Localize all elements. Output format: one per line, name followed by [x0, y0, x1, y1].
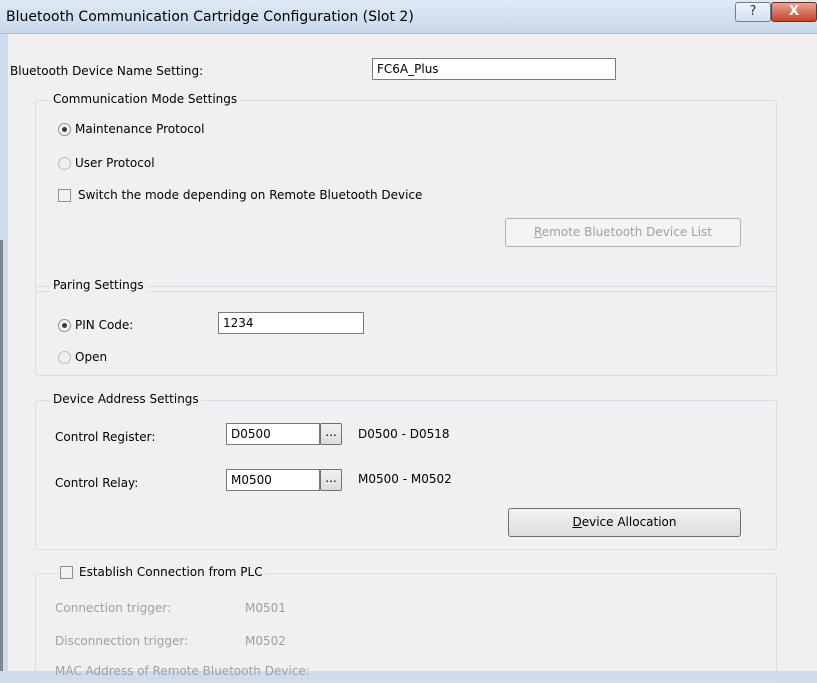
- switch-mode-checkbox[interactable]: [58, 189, 71, 202]
- remote-list-accel: R: [533, 225, 542, 239]
- pin-code-label: PIN Code:: [75, 318, 134, 332]
- pin-code-input[interactable]: 1234: [218, 312, 364, 334]
- maintenance-protocol-radio[interactable]: [58, 123, 71, 136]
- title-bar: Bluetooth Communication Cartridge Config…: [0, 0, 817, 34]
- control-relay-browse-button[interactable]: ...: [320, 469, 342, 491]
- device-allocation-label: evice Allocation: [581, 515, 677, 529]
- device-allocation-button[interactable]: Device Allocation: [508, 508, 741, 537]
- communication-mode-title: Communication Mode Settings: [50, 92, 241, 106]
- device-address-title: Device Address Settings: [50, 392, 202, 406]
- user-protocol-radio[interactable]: [58, 157, 71, 170]
- close-button[interactable]: X: [771, 2, 817, 22]
- device-name-label: Bluetooth Device Name Setting:: [10, 64, 204, 78]
- control-relay-label: Control Relay:: [55, 476, 139, 490]
- dialog-client-area: Bluetooth Device Name Setting: FC6A_Plus…: [8, 34, 817, 683]
- close-icon: X: [788, 4, 800, 19]
- pairing-group: [35, 286, 777, 376]
- remote-list-label: emote Bluetooth Device List: [541, 225, 713, 239]
- disconnection-trigger-value: M0502: [245, 634, 286, 648]
- disconnection-trigger-label: Disconnection trigger:: [55, 634, 189, 648]
- help-icon: ?: [749, 4, 757, 19]
- control-relay-input[interactable]: M0500: [226, 469, 320, 491]
- connection-trigger-value: M0501: [245, 601, 286, 615]
- switch-mode-label: Switch the mode depending on Remote Blue…: [78, 188, 423, 202]
- control-relay-range: M0500 - M0502: [358, 472, 452, 486]
- open-radio[interactable]: [58, 351, 71, 364]
- establish-connection-checkbox[interactable]: [60, 566, 73, 579]
- open-label: Open: [75, 350, 108, 364]
- device-allocation-accel: D: [572, 515, 582, 529]
- control-register-range: D0500 - D0518: [358, 427, 450, 441]
- device-name-input[interactable]: FC6A_Plus: [372, 58, 616, 80]
- pin-code-radio[interactable]: [58, 319, 71, 332]
- user-protocol-label: User Protocol: [75, 156, 155, 170]
- pairing-title: Paring Settings: [50, 278, 147, 292]
- help-button[interactable]: ?: [735, 2, 771, 22]
- control-register-input[interactable]: D0500: [226, 423, 320, 445]
- remote-bluetooth-device-list-button[interactable]: Remote Bluetooth Device List: [505, 218, 741, 247]
- control-register-label: Control Register:: [55, 430, 156, 444]
- window-title: Bluetooth Communication Cartridge Config…: [6, 9, 414, 25]
- left-window-edge: [0, 240, 3, 671]
- maintenance-protocol-label: Maintenance Protocol: [75, 122, 205, 136]
- control-register-browse-button[interactable]: ...: [320, 423, 342, 445]
- mac-address-label: MAC Address of Remote Bluetooth Device:: [55, 664, 310, 678]
- connection-trigger-label: Connection trigger:: [55, 601, 172, 615]
- establish-connection-title: Establish Connection from PLC: [76, 565, 266, 579]
